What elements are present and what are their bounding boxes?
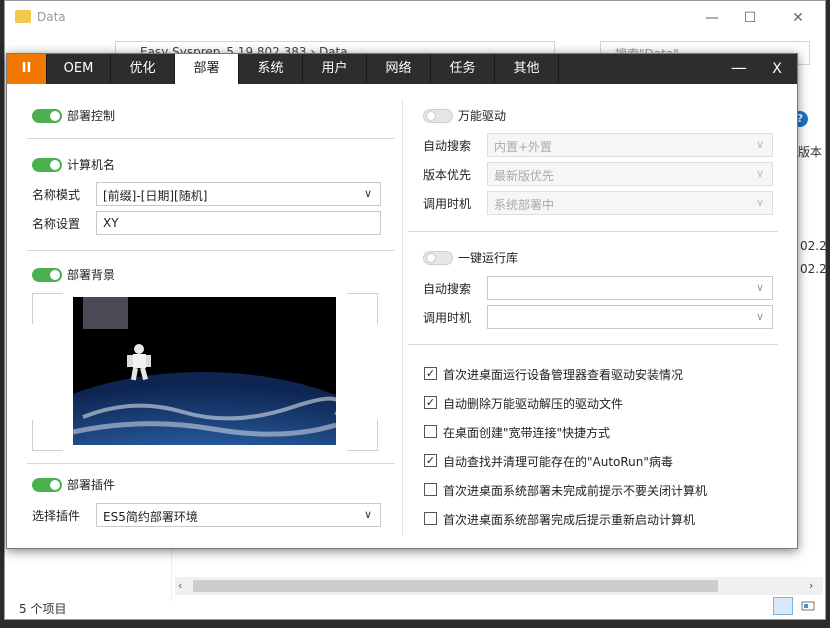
check-label: 首次进桌面系统部署未完成前提示不要关闭计算机 <box>443 484 708 498</box>
scroll-left-icon[interactable]: ‹ <box>178 579 182 592</box>
checkbox[interactable]: ✓ <box>424 396 437 409</box>
explorer-close-button[interactable]: ✕ <box>783 7 813 29</box>
tab-task[interactable]: 任务 <box>431 54 495 84</box>
universal-driver-toggle[interactable] <box>423 109 453 123</box>
chevron-down-icon: ∨ <box>755 138 764 151</box>
tiles-view-icon[interactable] <box>798 597 818 615</box>
driver-version-value: 最新版优先 <box>494 169 555 183</box>
details-view-icon[interactable] <box>773 597 793 615</box>
tab-other[interactable]: 其他 <box>495 54 559 84</box>
select-plugin-label: 选择插件 <box>32 509 81 523</box>
driver-timing-select[interactable]: 系统部署中 ∨ <box>487 191 773 215</box>
explorer-titlebar: Data — ☐ ✕ <box>5 1 825 35</box>
folder-icon <box>15 10 31 23</box>
check-label: 首次进桌面系统部署完成后提示重新启动计算机 <box>443 513 696 527</box>
explorer-title: Data <box>37 10 66 24</box>
horizontal-scrollbar[interactable]: ‹ › <box>175 577 823 595</box>
section-divider <box>27 138 395 139</box>
runtime-auto-search-label: 自动搜索 <box>423 282 472 296</box>
close-button[interactable]: X <box>759 54 795 84</box>
section-divider <box>408 344 778 345</box>
frame-corner <box>347 420 378 451</box>
frame-corner <box>32 420 63 451</box>
tab-oem[interactable]: OEM <box>47 54 111 84</box>
chevron-down-icon: ∨ <box>363 187 372 200</box>
checkbox[interactable]: ✓ <box>424 454 437 467</box>
name-setting-label: 名称设置 <box>32 217 81 231</box>
tab-deploy[interactable]: 部署 <box>175 54 239 84</box>
checkbox[interactable]: ✓ <box>424 367 437 380</box>
deploy-background-toggle[interactable] <box>32 268 62 282</box>
deploy-control-label: 部署控制 <box>67 109 116 123</box>
chevron-down-icon: ∨ <box>755 310 764 323</box>
chevron-down-icon: ∨ <box>755 167 764 180</box>
driver-version-select[interactable]: 最新版优先 ∨ <box>487 162 773 186</box>
section-divider <box>27 463 395 464</box>
scroll-right-icon[interactable]: › <box>809 579 813 592</box>
checkbox[interactable] <box>424 512 437 525</box>
deploy-plugin-label: 部署插件 <box>67 478 116 492</box>
deploy-background-label: 部署背景 <box>67 268 116 282</box>
background-preview-image[interactable] <box>73 297 336 445</box>
explorer-maximize-button[interactable]: ☐ <box>735 7 765 29</box>
tab-optimize[interactable]: 优化 <box>111 54 175 84</box>
frame-corner <box>32 293 63 324</box>
section-divider <box>27 250 395 251</box>
check-label: 首次进桌面运行设备管理器查看驱动安装情况 <box>443 368 684 382</box>
runtime-auto-search-select[interactable]: ∨ <box>487 276 773 300</box>
driver-timing-label: 调用时机 <box>423 197 472 211</box>
driver-auto-search-value: 内置+外置 <box>494 140 553 154</box>
name-mode-value: [前缀]-[日期][随机] <box>103 189 208 203</box>
runtime-timing-select[interactable]: ∨ <box>487 305 773 329</box>
column-divider <box>402 100 403 536</box>
runtime-library-label: 一键运行库 <box>458 251 519 265</box>
tab-network[interactable]: 网络 <box>367 54 431 84</box>
sysprep-settings-dialog: II OEM 优化 部署 系统 用户 网络 任务 其他 — X 部署控制 计算机… <box>6 53 798 549</box>
chevron-down-icon: ∨ <box>755 281 764 294</box>
deploy-plugin-toggle[interactable] <box>32 478 62 492</box>
name-setting-value: XY <box>103 216 119 230</box>
section-divider <box>408 231 778 232</box>
scrollbar-thumb[interactable] <box>193 580 718 592</box>
driver-version-label: 版本优先 <box>423 168 472 182</box>
driver-auto-search-select[interactable]: 内置+外置 ∨ <box>487 133 773 157</box>
tab-system[interactable]: 系统 <box>239 54 303 84</box>
computer-name-toggle[interactable] <box>32 158 62 172</box>
pause-button[interactable]: II <box>7 54 47 84</box>
file-date-partial: 02.2 <box>800 262 827 276</box>
name-mode-label: 名称模式 <box>32 188 81 202</box>
checkbox[interactable] <box>424 483 437 496</box>
name-setting-input[interactable]: XY <box>96 211 381 235</box>
check-label: 自动查找并清理可能存在的"AutoRun"病毒 <box>443 455 673 469</box>
chevron-down-icon: ∨ <box>363 508 372 521</box>
driver-timing-value: 系统部署中 <box>494 198 555 212</box>
check-label: 在桌面创建"宽带连接"快捷方式 <box>443 426 611 440</box>
computer-name-label: 计算机名 <box>67 158 116 172</box>
explorer-statusbar: 5 个项目 <box>5 597 825 619</box>
plugin-value: ES5简约部署环境 <box>103 510 198 524</box>
explorer-minimize-button[interactable]: — <box>697 7 727 29</box>
file-date-partial: 02.2 <box>800 239 827 253</box>
checkbox[interactable] <box>424 425 437 438</box>
item-count: 5 个项目 <box>19 602 67 616</box>
universal-driver-label: 万能驱动 <box>458 109 507 123</box>
check-label: 自动删除万能驱动解压的驱动文件 <box>443 397 624 411</box>
runtime-library-toggle[interactable] <box>423 251 453 265</box>
chevron-down-icon: ∨ <box>755 196 764 209</box>
driver-auto-search-label: 自动搜索 <box>423 139 472 153</box>
tab-bar: II OEM 优化 部署 系统 用户 网络 任务 其他 — X <box>7 54 797 84</box>
column-header-partial: 版本 <box>798 145 823 159</box>
name-mode-select[interactable]: [前缀]-[日期][随机] ∨ <box>96 182 381 206</box>
deploy-control-toggle[interactable] <box>32 109 62 123</box>
minimize-button[interactable]: — <box>721 54 757 84</box>
runtime-timing-label: 调用时机 <box>423 311 472 325</box>
frame-corner <box>347 293 378 324</box>
tab-user[interactable]: 用户 <box>303 54 367 84</box>
plugin-select[interactable]: ES5简约部署环境 ∨ <box>96 503 381 527</box>
